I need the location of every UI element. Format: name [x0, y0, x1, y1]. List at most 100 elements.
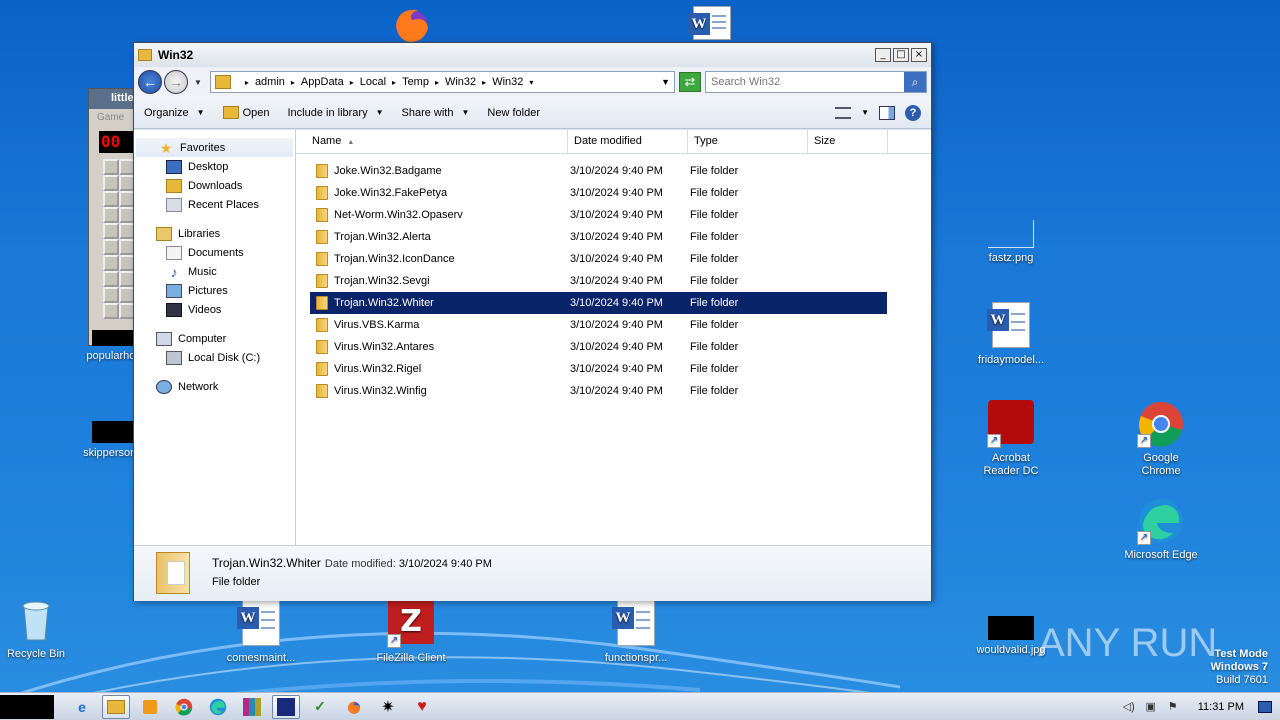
nav-network[interactable]: Network	[134, 377, 295, 396]
nav-libraries[interactable]: Libraries	[134, 224, 295, 243]
column-header-date-modified[interactable]: Date modified	[568, 130, 688, 153]
help-icon[interactable]: ?	[905, 104, 921, 121]
mine-cell[interactable]	[103, 207, 119, 223]
mine-cell[interactable]	[103, 255, 119, 271]
nav-computer[interactable]: Computer	[134, 329, 295, 348]
minesweeper-taskbar-icon[interactable]: ✷	[374, 695, 402, 719]
desktop-icon-comesmaint[interactable]: W comesmaint...	[223, 600, 299, 665]
file-list-pane[interactable]: Name ▲ Date modified Type Size Joke.Win32…	[296, 130, 931, 545]
clock[interactable]: 11:31 PM	[1198, 701, 1244, 713]
mine-cell[interactable]	[103, 191, 119, 207]
breadcrumb-item[interactable]: admin	[255, 76, 285, 88]
breadcrumb-item[interactable]: Local	[360, 76, 386, 88]
chrome-taskbar-icon[interactable]	[170, 695, 198, 719]
desktop-icon-functionspr[interactable]: W functionspr...	[598, 600, 674, 665]
search-icon[interactable]: ⌕	[904, 72, 926, 92]
organize-button[interactable]: Organize ▼	[144, 107, 205, 119]
mine-cell[interactable]	[103, 239, 119, 255]
include-in-library-button[interactable]: Include in library ▼	[287, 107, 383, 119]
search-box[interactable]: ⌕	[705, 71, 927, 93]
preview-pane-icon[interactable]	[879, 105, 895, 120]
change-view-icon[interactable]	[835, 106, 852, 119]
address-dropdown-icon[interactable]: ▼	[661, 77, 670, 87]
nav-videos[interactable]: Videos	[134, 300, 295, 319]
nav-pictures[interactable]: Pictures	[134, 281, 295, 300]
column-header-name[interactable]: Name ▲	[296, 130, 568, 153]
breadcrumb-item[interactable]: Win32	[492, 76, 523, 88]
nav-recent-places[interactable]: Recent Places	[134, 195, 295, 214]
breadcrumb-separator-icon[interactable]: ▸	[350, 78, 354, 87]
file-row[interactable]: Net-Worm.Win32.Opaserv 3/10/2024 9:40 PM F…	[310, 204, 887, 226]
minesweeper-game-menu[interactable]: Game	[89, 109, 137, 127]
nav-music[interactable]: ♪ Music	[134, 262, 295, 281]
file-row[interactable]: Virus.Win32.Rigel 3/10/2024 9:40 PM File f…	[310, 358, 887, 380]
nav-local-disk[interactable]: Local Disk (C:)	[134, 348, 295, 367]
breadcrumb-separator-icon[interactable]: ▾	[529, 78, 533, 87]
flag-icon[interactable]: ⚑	[1166, 700, 1180, 714]
nav-desktop[interactable]: Desktop	[134, 157, 295, 176]
close-button[interactable]: ×	[911, 48, 927, 62]
desktop-icon-chrome[interactable]: ↗ Google Chrome	[1123, 400, 1199, 478]
mine-cell[interactable]	[103, 287, 119, 303]
mine-cell[interactable]	[103, 175, 119, 191]
mine-cell[interactable]	[103, 303, 119, 319]
desktop-icon-recycle-bin[interactable]: Recycle Bin	[0, 596, 74, 661]
explorer-window[interactable]: Win32 _ □ × ← → ▼ ▸ admin ▸ AppData ▸ Lo…	[133, 42, 932, 601]
breadcrumb-item[interactable]: Win32	[445, 76, 476, 88]
network-tray-icon[interactable]: ▣	[1144, 700, 1158, 714]
file-row[interactable]: Virus.Win32.Antares 3/10/2024 9:40 PM File…	[310, 336, 887, 358]
nav-documents[interactable]: Documents	[134, 243, 295, 262]
volume-icon[interactable]: ◁)	[1122, 700, 1136, 714]
firefox-taskbar-icon[interactable]	[340, 695, 368, 719]
explorer-taskbar-icon[interactable]	[102, 694, 130, 719]
file-row[interactable]: Virus.Win32.Winfig 3/10/2024 9:40 PM File …	[310, 380, 887, 402]
column-header-type[interactable]: Type	[688, 130, 808, 153]
desktop-icon-filezilla[interactable]: Z ↗ FileZilla Client	[373, 600, 449, 665]
minesweeper-window[interactable]: little Game 00	[88, 88, 139, 346]
navigation-pane[interactable]: ★ Favorites Desktop Downloads Recent Plac…	[134, 130, 296, 545]
hearts-taskbar-icon[interactable]: ♥	[408, 695, 436, 719]
breadcrumb-separator-icon[interactable]: ▸	[245, 78, 249, 87]
breadcrumb-item[interactable]: AppData	[301, 76, 344, 88]
share-with-button[interactable]: Share with ▼	[402, 107, 470, 119]
desktop-icon-acrobat[interactable]: ↗ Acrobat Reader DC	[973, 400, 1049, 478]
maximize-button[interactable]: □	[893, 48, 909, 62]
file-row[interactable]: Joke.Win32.FakePetya 3/10/2024 9:40 PM Fil…	[310, 182, 887, 204]
breadcrumb-item[interactable]: Temp	[402, 76, 429, 88]
winrar-taskbar-icon[interactable]	[238, 695, 266, 719]
desktop-icon-fastz[interactable]: fastz.png	[973, 220, 1049, 265]
file-row[interactable]: Joke.Win32.Badgame 3/10/2024 9:40 PM File …	[310, 160, 887, 182]
mine-grid[interactable]	[103, 159, 135, 319]
file-row-selected[interactable]: Trojan.Win32.Whiter 3/10/2024 9:40 PM File…	[310, 292, 887, 314]
mine-cell[interactable]	[103, 223, 119, 239]
start-button[interactable]	[0, 694, 54, 719]
word-doc-top-icon[interactable]: W	[674, 6, 750, 46]
breadcrumb-separator-icon[interactable]: ▸	[392, 78, 396, 87]
recent-pages-dropdown-icon[interactable]: ▼	[194, 78, 202, 87]
file-row[interactable]: Trojan.Win32.Sevgi 3/10/2024 9:40 PM File …	[310, 270, 887, 292]
view-options-dropdown-icon[interactable]: ▼	[861, 108, 869, 117]
breadcrumb-separator-icon[interactable]: ▸	[482, 78, 486, 87]
mine-cell[interactable]	[103, 271, 119, 287]
new-folder-button[interactable]: New folder	[487, 107, 540, 119]
mine-cell[interactable]	[103, 159, 119, 175]
search-input[interactable]	[706, 76, 904, 88]
breadcrumb-separator-icon[interactable]: ▸	[291, 78, 295, 87]
column-header-size[interactable]: Size	[808, 130, 888, 153]
file-row[interactable]: Virus.VBS.Karma 3/10/2024 9:40 PM File fol…	[310, 314, 887, 336]
checkmark-app-taskbar-icon[interactable]: ✓	[306, 695, 334, 719]
refresh-button[interactable]: ⇄	[679, 72, 701, 92]
edge-taskbar-icon[interactable]	[204, 695, 232, 719]
desktop-icon-fridaymodel[interactable]: W fridaymodel...	[973, 302, 1049, 367]
address-bar[interactable]: ▸ admin ▸ AppData ▸ Local ▸ Temp ▸ Win32…	[209, 71, 675, 93]
minimize-button[interactable]: _	[875, 48, 891, 62]
nav-favorites[interactable]: ★ Favorites	[136, 138, 293, 157]
show-desktop-icon[interactable]	[1258, 700, 1272, 713]
app-taskbar-icon[interactable]	[272, 694, 300, 719]
media-player-icon[interactable]	[136, 695, 164, 719]
file-row[interactable]: Trojan.Win32.IconDance 3/10/2024 9:40 PM F…	[310, 248, 887, 270]
nav-downloads[interactable]: Downloads	[134, 176, 295, 195]
internet-explorer-icon[interactable]: e	[68, 695, 96, 719]
desktop-icon-edge[interactable]: ↗ Microsoft Edge	[1123, 497, 1199, 562]
open-button[interactable]: Open	[222, 106, 269, 119]
